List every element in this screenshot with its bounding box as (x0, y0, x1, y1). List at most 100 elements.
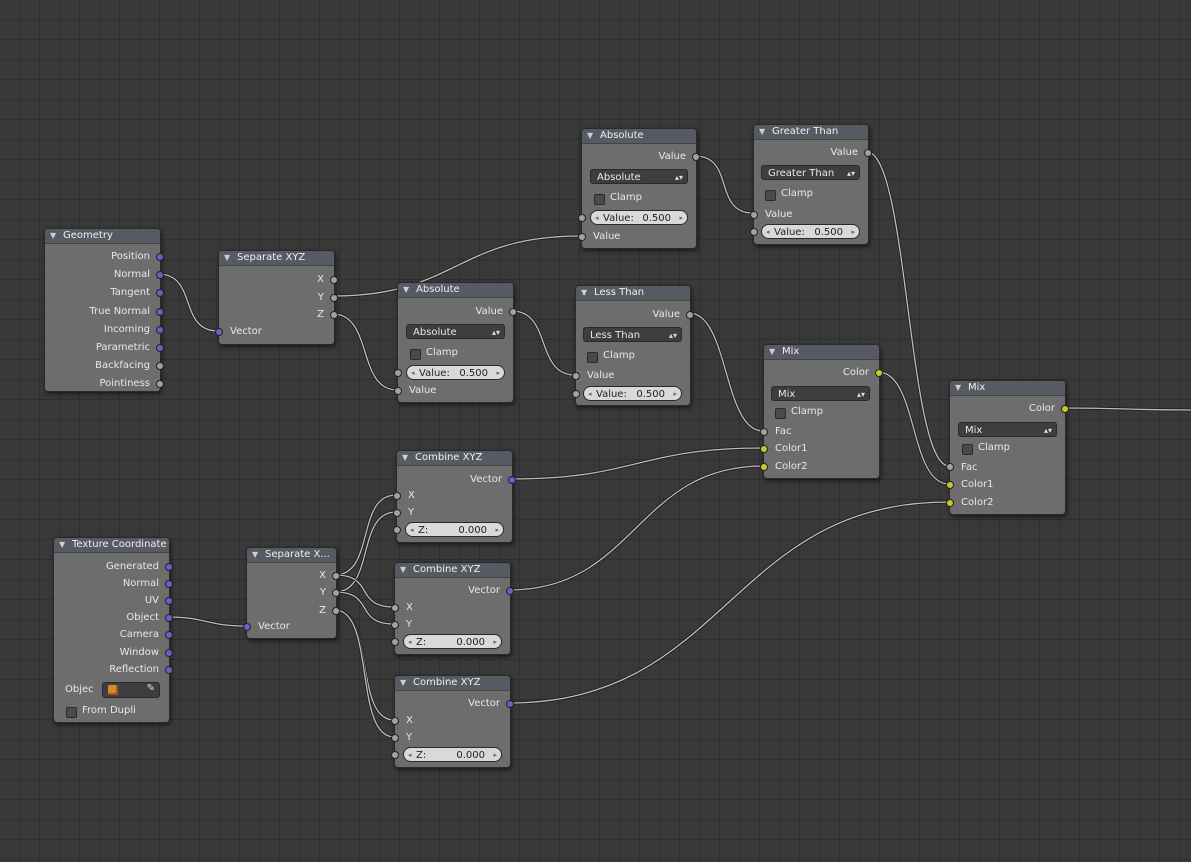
separate-xyz-node[interactable]: ▼ Separate X... X Y Z Vector (243, 547, 340, 639)
collapse-icon[interactable]: ▼ (402, 453, 408, 462)
output-socket[interactable] (165, 614, 173, 622)
output-socket[interactable] (165, 597, 173, 605)
input-socket[interactable] (578, 233, 586, 241)
input-socket[interactable] (946, 499, 954, 507)
decrement-arrow-icon[interactable]: ◂ (408, 635, 412, 650)
output-socket[interactable] (330, 294, 338, 302)
input-socket[interactable] (393, 492, 401, 500)
output-socket[interactable] (332, 607, 340, 615)
mix-rgb-node[interactable]: ▼ Mix Color Mix ▴▾ Clamp Fac Color1 Colo… (946, 380, 1069, 515)
node-link[interactable] (334, 591, 395, 625)
input-socket[interactable] (391, 734, 399, 742)
output-socket[interactable] (165, 666, 173, 674)
operation-dropdown[interactable]: Absolute ▴▾ (406, 324, 505, 339)
input-socket[interactable] (393, 526, 401, 534)
output-socket[interactable] (165, 649, 173, 657)
node-link[interactable] (688, 312, 764, 432)
input-socket[interactable] (572, 372, 580, 380)
output-socket[interactable] (156, 344, 164, 352)
output-socket[interactable] (864, 149, 872, 157)
clamp-checkbox[interactable]: Clamp (587, 349, 635, 363)
output-socket[interactable] (509, 308, 517, 316)
input-socket[interactable] (391, 751, 399, 759)
node-header[interactable]: ▼ Combine XYZ (395, 563, 510, 578)
node-header[interactable]: ▼ Less Than (576, 286, 690, 301)
output-socket[interactable] (506, 587, 514, 595)
node-link[interactable] (510, 447, 764, 480)
increment-arrow-icon[interactable]: ▸ (679, 211, 683, 226)
from-dupli-checkbox[interactable]: From Dupli (66, 704, 136, 718)
node-header[interactable]: ▼ Mix (950, 381, 1065, 396)
node-header[interactable]: ▼ Combine XYZ (395, 676, 510, 691)
decrement-arrow-icon[interactable]: ◂ (411, 366, 415, 381)
output-socket[interactable] (330, 276, 338, 284)
input-socket[interactable] (391, 604, 399, 612)
separate-xyz-node[interactable]: ▼ Separate XYZ X Y Z Vector (215, 250, 338, 345)
node-link[interactable] (507, 501, 950, 704)
input-socket[interactable] (243, 623, 251, 631)
collapse-icon[interactable]: ▼ (252, 550, 258, 559)
output-socket[interactable] (875, 369, 883, 377)
node-link[interactable] (508, 465, 764, 591)
node-link[interactable] (334, 494, 397, 576)
node-header[interactable]: ▼ Separate X... (247, 548, 336, 563)
combine-xyz-node[interactable]: ▼ Combine XYZ Vector X Y ◂ Z: 0.000 ▸ (391, 562, 514, 655)
decrement-arrow-icon[interactable]: ◂ (410, 523, 414, 538)
operation-dropdown[interactable]: Greater Than ▴▾ (761, 165, 860, 180)
output-socket[interactable] (1061, 405, 1069, 413)
output-socket[interactable] (508, 476, 516, 484)
operation-dropdown[interactable]: Absolute ▴▾ (590, 169, 688, 184)
increment-arrow-icon[interactable]: ▸ (495, 523, 499, 538)
collapse-icon[interactable]: ▼ (759, 127, 765, 136)
node-header[interactable]: ▼ Greater Than (754, 125, 868, 140)
collapse-icon[interactable]: ▼ (581, 288, 587, 297)
increment-arrow-icon[interactable]: ▸ (493, 635, 497, 650)
node-link[interactable] (1063, 407, 1191, 411)
output-socket[interactable] (156, 362, 164, 370)
output-socket[interactable] (165, 563, 173, 571)
collapse-icon[interactable]: ▼ (400, 678, 406, 687)
input-socket[interactable] (391, 621, 399, 629)
eyedropper-icon[interactable]: ✎ (147, 683, 155, 694)
input-socket[interactable] (946, 481, 954, 489)
collapse-icon[interactable]: ▼ (587, 131, 593, 140)
input-socket[interactable] (760, 445, 768, 453)
increment-arrow-icon[interactable]: ▸ (496, 366, 500, 381)
node-link[interactable] (334, 609, 395, 721)
math-less-than-node[interactable]: ▼ Less Than Value Less Than ▴▾ Clamp Val… (572, 285, 694, 406)
input-socket[interactable] (215, 328, 223, 336)
input-socket[interactable] (760, 428, 768, 436)
combine-xyz-node[interactable]: ▼ Combine XYZ Vector X Y ◂ Z: 0.000 ▸ (391, 675, 514, 768)
output-socket[interactable] (332, 572, 340, 580)
clamp-checkbox[interactable]: Clamp (410, 346, 458, 360)
input-socket[interactable] (750, 211, 758, 219)
value-field[interactable]: ◂ Value: 0.500 ▸ (406, 365, 505, 380)
node-link[interactable] (334, 574, 395, 608)
node-link[interactable] (166, 616, 247, 627)
collapse-icon[interactable]: ▼ (403, 285, 409, 294)
z-field[interactable]: ◂ Z: 0.000 ▸ (403, 747, 502, 762)
node-header[interactable]: ▼ Combine XYZ (397, 451, 512, 466)
input-socket[interactable] (572, 390, 580, 398)
output-socket[interactable] (156, 380, 164, 388)
collapse-icon[interactable]: ▼ (400, 565, 406, 574)
output-socket[interactable] (332, 589, 340, 597)
node-header[interactable]: ▼ Mix (764, 345, 879, 360)
output-socket[interactable] (156, 308, 164, 316)
node-header[interactable]: ▼ Texture Coordinate (54, 538, 169, 553)
collapse-icon[interactable]: ▼ (769, 347, 775, 356)
separate-xyz-header[interactable]: ▼ Separate XYZ (219, 251, 334, 266)
clamp-checkbox[interactable]: Clamp (765, 187, 813, 201)
mix-rgb-node[interactable]: ▼ Mix Color Mix ▴▾ Clamp Fac Color1 Colo… (760, 344, 883, 479)
input-socket[interactable] (578, 214, 586, 222)
output-socket[interactable] (165, 580, 173, 588)
output-socket[interactable] (165, 631, 173, 639)
input-socket[interactable] (391, 717, 399, 725)
output-socket[interactable] (156, 253, 164, 261)
output-socket[interactable] (156, 326, 164, 334)
texture-coordinate-node[interactable]: ▼ Texture Coordinate Generated Normal UV… (53, 537, 173, 723)
input-socket[interactable] (391, 638, 399, 646)
geometry-node-header[interactable]: ▼ Geometry (45, 229, 160, 244)
blend-mode-dropdown[interactable]: Mix ▴▾ (771, 386, 870, 401)
node-link[interactable] (877, 371, 950, 485)
